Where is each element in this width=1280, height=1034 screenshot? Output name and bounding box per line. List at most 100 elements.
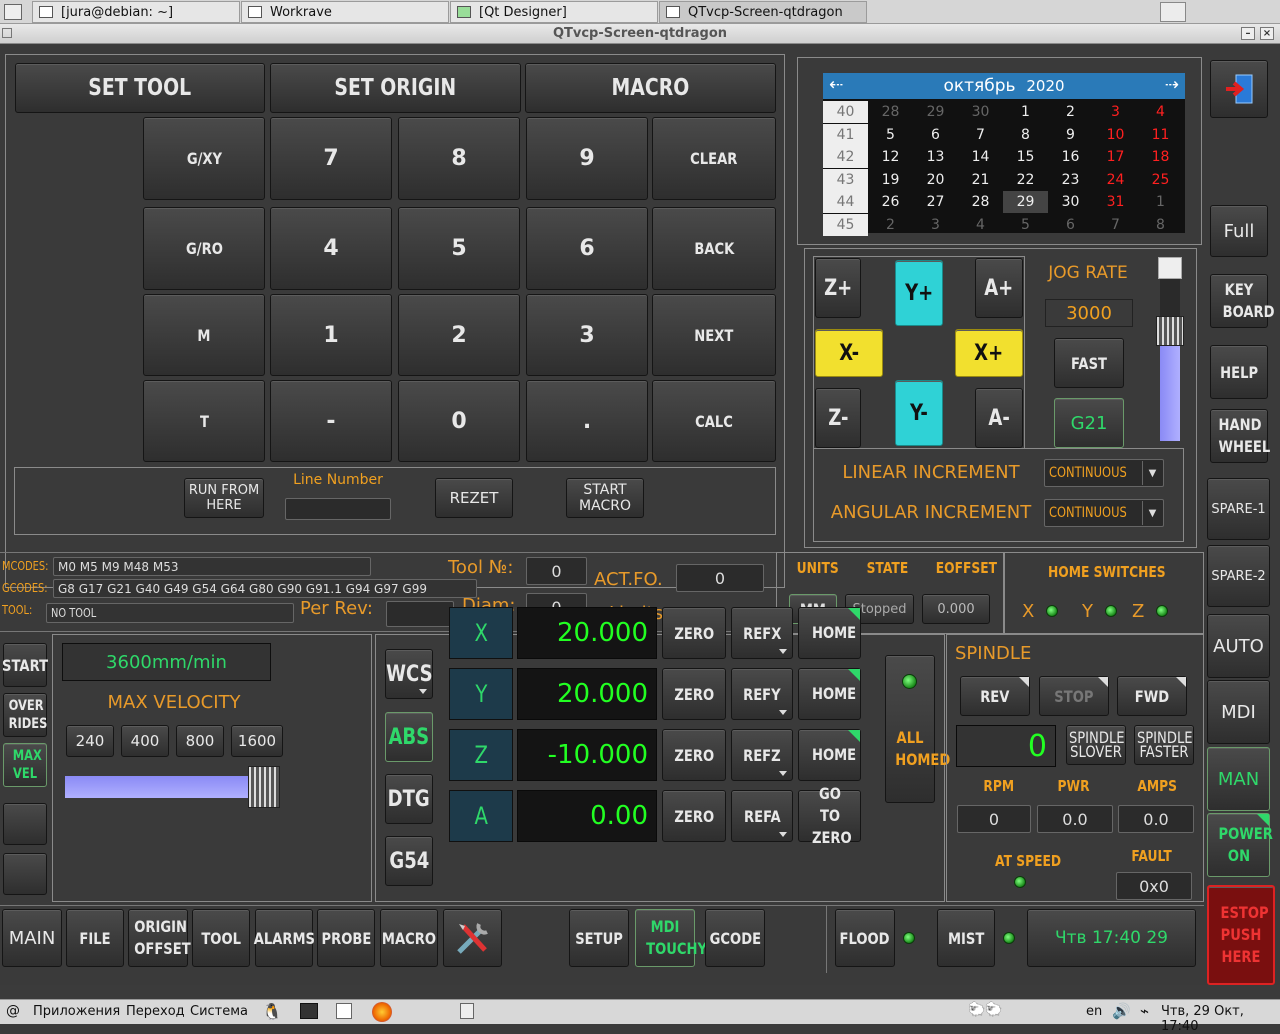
calendar-day[interactable]: 7 [1093, 214, 1138, 236]
jog-x-minus-button[interactable]: X- [815, 329, 883, 377]
tools-icon-button[interactable] [443, 909, 502, 967]
calendar-day[interactable]: 4 [958, 214, 1003, 236]
axis-x-ref-button[interactable]: REFX [731, 607, 793, 659]
velocity-400-button[interactable]: 400 [121, 725, 169, 757]
applications-menu[interactable]: Приложения [33, 1004, 120, 1019]
calendar-day[interactable]: 5 [868, 124, 913, 146]
axis-z-label[interactable]: Z [449, 729, 513, 781]
calendar-day[interactable]: 6 [913, 124, 958, 146]
keypad-g-ro-button[interactable]: G/RO [143, 207, 265, 290]
auto-mode-button[interactable]: AUTO [1207, 614, 1270, 678]
calendar-day[interactable]: 19 [868, 169, 913, 191]
tool-tab-button[interactable]: TOOL [192, 909, 250, 967]
firefox-icon[interactable] [372, 1002, 392, 1022]
calendar-day[interactable]: 13 [913, 146, 958, 168]
keypad-clear-button[interactable]: CLEAR [652, 117, 776, 200]
calendar-day[interactable]: 2 [1048, 101, 1093, 123]
calendar-day[interactable]: 18 [1138, 146, 1183, 168]
calendar-day[interactable]: 27 [913, 191, 958, 213]
calendar-day[interactable]: 20 [913, 169, 958, 191]
calendar-day[interactable]: 3 [913, 214, 958, 236]
show-desktop-icon[interactable] [4, 4, 22, 20]
keypad-4-button[interactable]: 4 [270, 207, 392, 290]
keypad-minus-button[interactable]: - [270, 380, 392, 462]
keypad-m-button[interactable]: M [143, 294, 265, 376]
calendar-year[interactable]: 2020 [1026, 77, 1064, 95]
minimize-icon[interactable]: – [1241, 27, 1255, 40]
calendar-day[interactable]: 22 [1003, 169, 1048, 191]
calendar-day[interactable]: 12 [868, 146, 913, 168]
calendar-day[interactable]: 8 [1003, 124, 1048, 146]
set-tool-tab[interactable]: SET TOOL [15, 63, 265, 113]
handwheel-button[interactable]: HAND WHEEL [1210, 409, 1270, 463]
keypad-0-button[interactable]: 0 [398, 380, 520, 462]
keypad-9-button[interactable]: 9 [526, 117, 648, 200]
jog-z-plus-button[interactable]: Z+ [815, 258, 861, 318]
origin-offset-tab-button[interactable]: ORIGIN OFFSET [128, 909, 191, 967]
axis-a-label[interactable]: A [449, 790, 513, 842]
spindle-slower-button[interactable]: SPINDLE SLOVER [1066, 725, 1126, 765]
exit-button[interactable] [1210, 60, 1268, 118]
fullscreen-button[interactable]: Full [1210, 205, 1268, 257]
rezet-button[interactable]: REZET [435, 478, 513, 518]
calendar-day[interactable]: 2 [868, 214, 913, 236]
axis-x-label[interactable]: X [449, 607, 513, 659]
calendar-day[interactable]: 16 [1048, 146, 1093, 168]
velocity-1600-button[interactable]: 1600 [231, 725, 283, 757]
keypad-7-button[interactable]: 7 [270, 117, 392, 200]
taskbar-tab-terminal[interactable]: [jura@debian: ~] [32, 1, 240, 23]
alarms-tab-button[interactable]: ALARMS [253, 909, 315, 967]
calendar-day[interactable]: 15 [1003, 146, 1048, 168]
calendar-day[interactable]: 8 [1138, 214, 1183, 236]
spare-2-button[interactable]: SPARE-2 [1207, 545, 1270, 607]
window-menu-icon[interactable] [2, 28, 12, 38]
terminal-launcher-icon[interactable] [300, 1003, 318, 1019]
main-tab-button[interactable]: MAIN [2, 909, 62, 967]
calendar-day[interactable]: 30 [1048, 191, 1093, 213]
calendar-day[interactable]: 24 [1093, 169, 1138, 191]
estop-button[interactable]: ESTOP PUSH HERE [1207, 885, 1275, 985]
jog-a-minus-button[interactable]: A- [975, 388, 1023, 448]
axis-x-zero-button[interactable]: ZERO [662, 607, 726, 659]
probe-tab-button[interactable]: PROBE [317, 909, 375, 967]
velocity-240-button[interactable]: 240 [66, 725, 114, 757]
keypad-next-button[interactable]: NEXT [652, 294, 776, 376]
penguin-icon[interactable]: 🐧 [262, 1002, 282, 1021]
spindle-stop-button[interactable]: STOP [1039, 676, 1109, 716]
spare-1-button[interactable]: SPARE-1 [1207, 478, 1270, 540]
mdi-mode-button[interactable]: MDI [1207, 680, 1270, 744]
calendar-day[interactable]: 30 [958, 101, 1003, 123]
places-menu[interactable]: Переход [126, 1004, 185, 1019]
calendar-month[interactable]: октябрь [943, 76, 1015, 96]
taskbar-tab-workrave[interactable]: Workrave [241, 1, 449, 23]
calendar-day[interactable]: 7 [958, 124, 1003, 146]
axis-z-ref-button[interactable]: REFZ [731, 729, 793, 781]
spindle-faster-button[interactable]: SPINDLE FASTER [1134, 725, 1194, 765]
system-menu[interactable]: Система [190, 1004, 248, 1019]
spindle-fwd-button[interactable]: FWD [1117, 676, 1187, 716]
keypad-6-button[interactable]: 6 [526, 207, 648, 290]
wcs-button[interactable]: WCS [385, 649, 433, 699]
start-button[interactable]: START [2, 643, 48, 687]
calendar-day[interactable]: 26 [868, 191, 913, 213]
set-origin-tab[interactable]: SET ORIGIN [270, 63, 521, 113]
window-list-icon[interactable] [1160, 2, 1186, 22]
axis-a-home-button[interactable]: GO TO ZERO [798, 784, 861, 847]
g21-button[interactable]: G21 [1054, 398, 1124, 448]
calendar-day[interactable]: 5 [1003, 214, 1048, 236]
abs-button[interactable]: ABS [385, 712, 433, 762]
axis-y-ref-button[interactable]: REFY [731, 668, 793, 720]
macro-tab[interactable]: MACRO [525, 63, 776, 113]
keyboard-layout[interactable]: en [1086, 1004, 1102, 1019]
mdi-touchy-tab-button[interactable]: MDI TOUCHY [635, 909, 707, 967]
blank-button-2[interactable] [3, 853, 47, 895]
jog-fast-button[interactable]: FAST [1054, 338, 1124, 388]
calendar-day[interactable]: 6 [1048, 214, 1093, 236]
taskbar-tab-designer[interactable]: [Qt Designer] [450, 1, 658, 23]
calendar-day[interactable]: 14 [958, 146, 1003, 168]
power-on-button[interactable]: POWER ON [1207, 813, 1272, 877]
g54-button[interactable]: G54 [385, 836, 433, 886]
start-macro-button[interactable]: START MACRO [566, 478, 644, 518]
setup-tab-button[interactable]: SETUP [569, 909, 629, 967]
calendar-day[interactable]: 28 [958, 191, 1003, 213]
